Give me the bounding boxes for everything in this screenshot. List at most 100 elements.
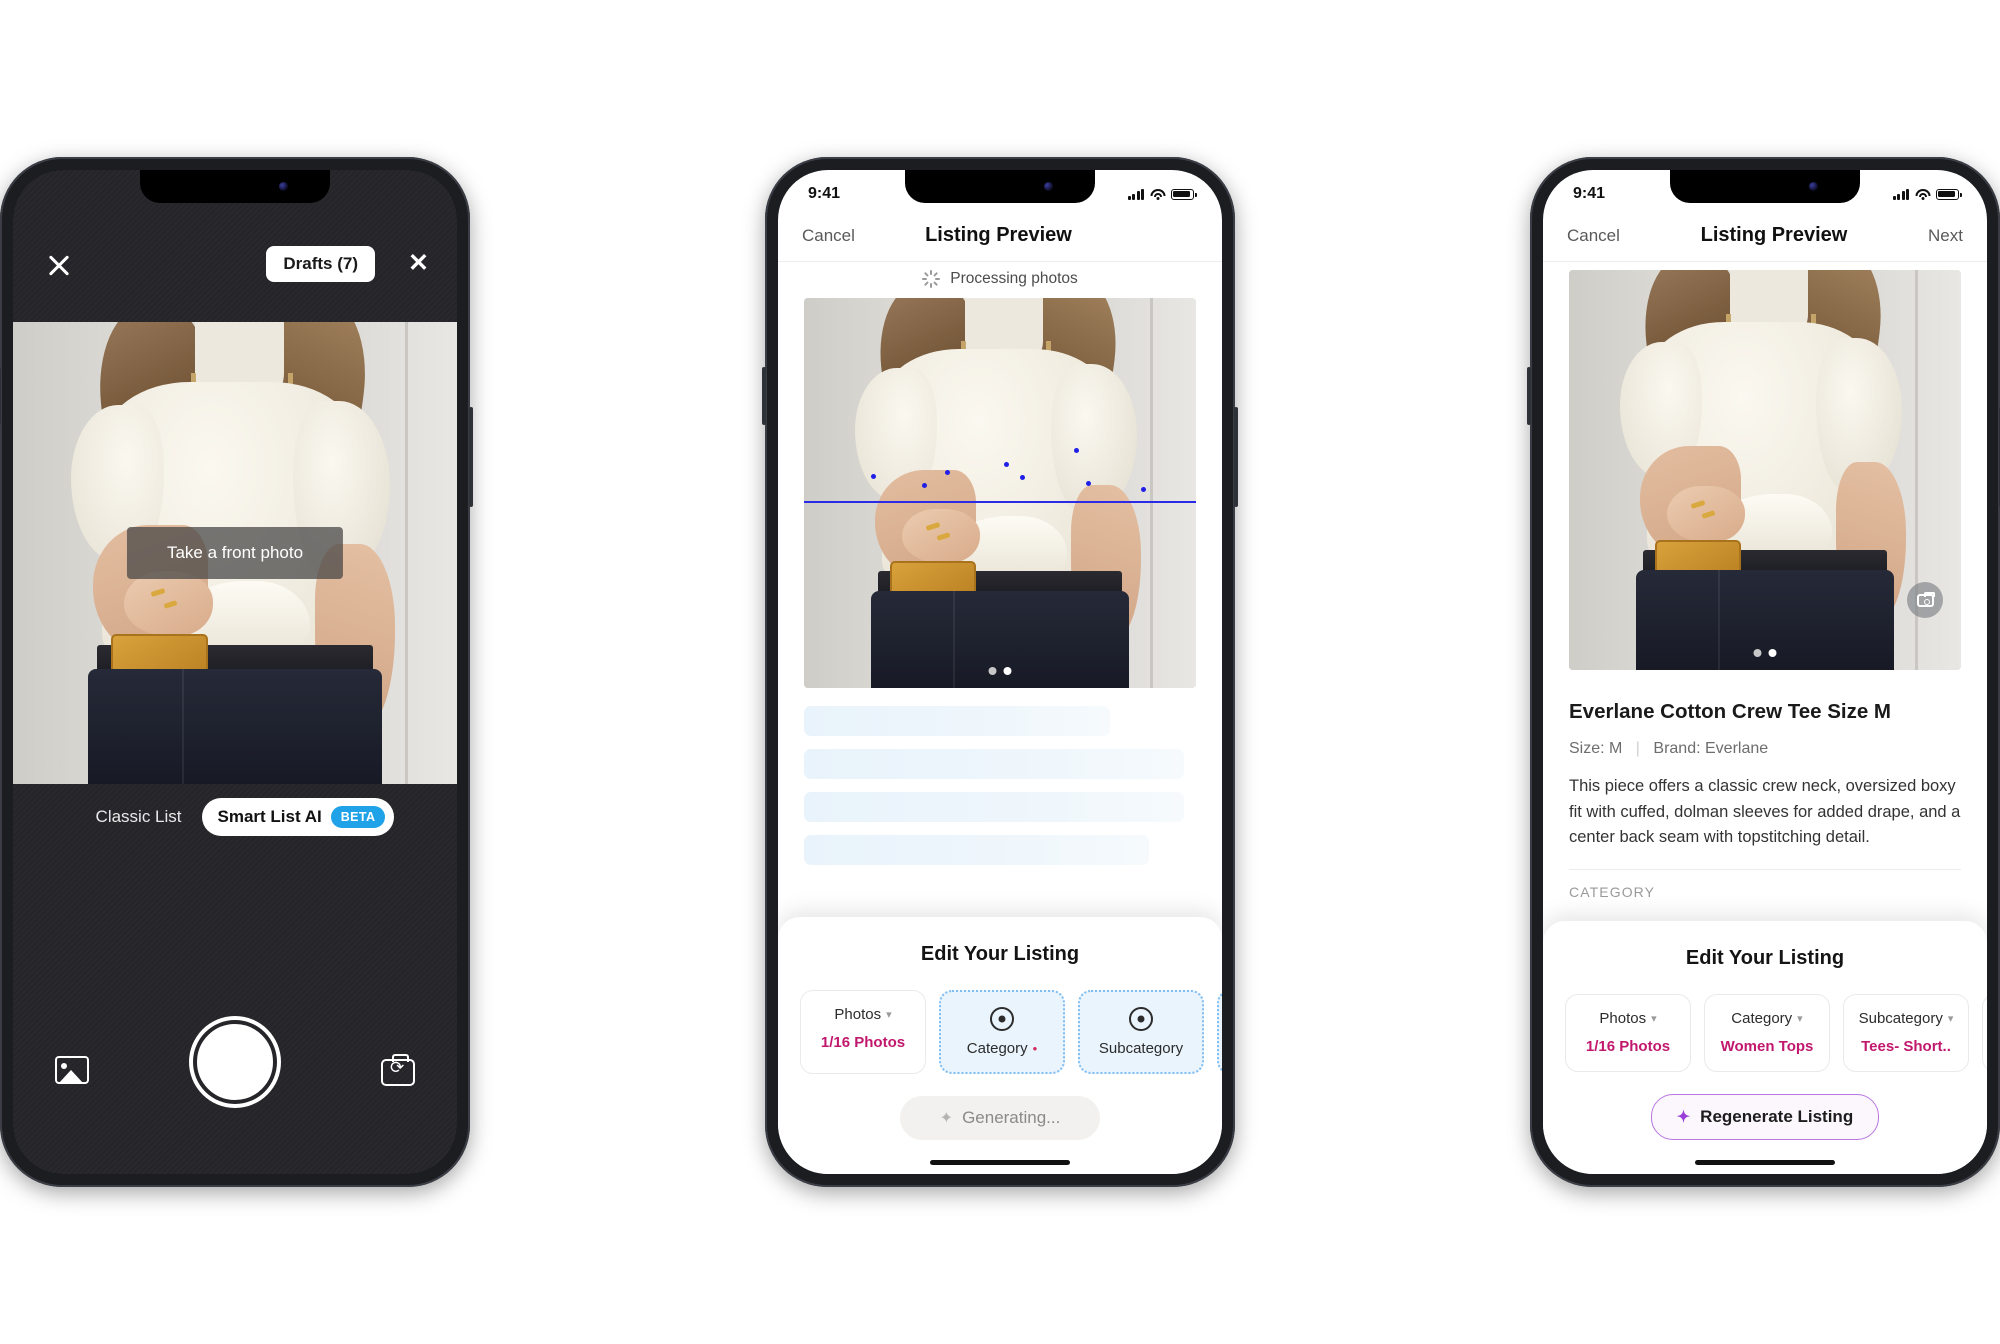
edit-listing-sheet: Edit Your Listing Photos ▾ 1/16 Photos C… <box>1543 920 1987 1174</box>
drafts-button[interactable]: Drafts (7) <box>266 246 375 282</box>
listing-photo-preview[interactable] <box>1569 270 1961 670</box>
beta-badge: BETA <box>330 806 386 828</box>
status-indicators <box>1127 188 1197 200</box>
attribute-chip-row[interactable]: Photos ▾ 1/16 Photos Category • Subcateg… <box>778 990 1222 1074</box>
chip-brand-partial[interactable]: B <box>1217 990 1222 1074</box>
chevron-down-icon: ▾ <box>886 1009 892 1021</box>
camera-icon[interactable] <box>1907 582 1943 618</box>
notch <box>1670 170 1860 203</box>
status-time: 9:41 <box>808 185 841 202</box>
chip-photos[interactable]: Photos ▾ 1/16 Photos <box>800 990 926 1074</box>
mode-classic-list[interactable]: Classic List <box>76 798 202 836</box>
target-icon <box>1129 1007 1153 1031</box>
panel-divider-1 <box>616 0 619 1344</box>
regenerate-listing-button[interactable]: ✦ Regenerate Listing <box>1651 1094 1879 1140</box>
gallery-icon[interactable] <box>55 1056 89 1084</box>
chip-subcategory-label: Subcategory <box>1098 1040 1184 1057</box>
generating-button: ✦ Generating... <box>900 1096 1100 1140</box>
camera-controls-bar <box>13 924 457 1174</box>
category-section-label: CATEGORY <box>1569 883 1656 900</box>
home-indicator <box>930 1160 1070 1165</box>
nav-bar: Cancel Listing Preview Next <box>1543 210 1987 262</box>
close-icon[interactable] <box>44 250 74 280</box>
page-dot[interactable] <box>1753 649 1762 657</box>
mode-smart-label: Smart List AI <box>217 807 322 826</box>
battery-icon <box>1171 188 1197 200</box>
page-dot-active[interactable] <box>1003 667 1012 675</box>
shutter-button[interactable] <box>193 1020 277 1104</box>
cancel-button[interactable]: Cancel <box>1567 226 1620 246</box>
chip-photos[interactable]: Photos ▾ 1/16 Photos <box>1565 993 1691 1072</box>
home-indicator <box>165 1160 305 1165</box>
processing-label: Processing photos <box>950 270 1078 287</box>
chip-category-label: Category <box>966 1040 1028 1057</box>
loading-spinner-icon <box>922 270 941 288</box>
chip-photos-value: 1/16 Photos <box>820 1034 906 1051</box>
front-camera-icon <box>1809 182 1818 191</box>
chip-category-head: Category • <box>951 1040 1053 1057</box>
next-button[interactable]: Next <box>1928 226 1963 246</box>
target-icon <box>990 1007 1014 1031</box>
processing-status: Processing photos <box>778 270 1222 288</box>
loading-skeleton <box>804 706 1196 878</box>
three-phone-mockup: Drafts (7) ✕ Take a front photo Classic … <box>0 0 2000 1344</box>
page-dot-active[interactable] <box>1768 649 1777 657</box>
phone-1-screen: Drafts (7) ✕ Take a front photo Classic … <box>13 170 457 1174</box>
panel-divider-2 <box>1381 0 1384 1344</box>
chip-photos-head: Photos ▾ <box>811 1006 915 1023</box>
front-camera-icon <box>279 182 288 191</box>
listing-preview-generated-screen: 9:41 Cancel Listing Preview Next Everlan… <box>1543 170 1987 1174</box>
notch <box>140 170 330 203</box>
sparkle-icon: ✦ <box>1676 1109 1691 1126</box>
capture-mode-switcher[interactable]: Classic List Smart List AI BETA <box>13 798 457 836</box>
camera-viewfinder-screen: Drafts (7) ✕ Take a front photo Classic … <box>13 170 457 1174</box>
flash-off-icon[interactable]: ✕ <box>399 248 429 278</box>
ai-measure-line <box>804 500 1196 504</box>
listing-size: Size: M <box>1569 740 1623 757</box>
chip-subcategory[interactable]: Subcategory ▾ Tees- Short.. <box>1843 993 1969 1072</box>
chip-photos-value: 1/16 Photos <box>1585 1037 1671 1055</box>
chip-subcategory-head: Subcategory <box>1090 1040 1192 1057</box>
notch <box>905 170 1095 203</box>
chevron-down-icon: ▾ <box>1651 1012 1657 1025</box>
chip-subcategory-label: Subcategory <box>1858 1009 1943 1027</box>
chip-photos-head: Photos ▾ <box>1576 1010 1680 1027</box>
phone-2-screen: 9:41 Cancel Listing Preview Processing p… <box>778 170 1222 1174</box>
bolt-glyph: ✕ <box>408 249 429 277</box>
phone-3-screen: 9:41 Cancel Listing Preview Next Everlan… <box>1543 170 1987 1174</box>
chip-category-head: Category ▾ <box>1715 1010 1819 1027</box>
battery-icon <box>1936 188 1962 200</box>
page-title: Listing Preview <box>925 224 1072 246</box>
attribute-chip-row[interactable]: Photos ▾ 1/16 Photos Category ▾ Women To… <box>1543 993 1987 1072</box>
chip-category-label: Category <box>1731 1009 1793 1027</box>
required-marker: • <box>1032 1041 1038 1056</box>
mode-smart-list-ai[interactable]: Smart List AI BETA <box>201 798 395 836</box>
chip-brand-partial[interactable]: Bra Eve <box>1982 993 1987 1072</box>
page-dot[interactable] <box>988 667 997 675</box>
listing-title: Everlane Cotton Crew Tee Size M <box>1569 700 1892 723</box>
nav-bar: Cancel Listing Preview <box>778 210 1222 262</box>
phone-1-camera: Drafts (7) ✕ Take a front photo Classic … <box>0 157 473 1187</box>
chip-subcategory[interactable]: Subcategory <box>1078 990 1204 1074</box>
listing-photo-preview[interactable] <box>804 298 1196 688</box>
photo-page-dots[interactable] <box>1753 649 1777 657</box>
section-divider <box>1569 868 1961 870</box>
camera-preview-photo: Take a front photo <box>13 322 457 784</box>
front-camera-icon <box>1044 182 1053 191</box>
cancel-button[interactable]: Cancel <box>802 226 855 246</box>
cellular-signal-icon <box>1892 188 1909 200</box>
home-indicator <box>1695 1160 1835 1165</box>
photo-page-dots[interactable] <box>988 667 1012 675</box>
listing-details: Everlane Cotton Crew Tee Size M Size: M … <box>1569 700 1961 900</box>
flip-camera-icon[interactable] <box>381 1054 415 1086</box>
wifi-icon <box>1915 188 1930 200</box>
chip-subcategory-value: Tees- Short.. <box>1861 1037 1951 1055</box>
chip-category[interactable]: Category • <box>939 990 1065 1074</box>
edit-listing-sheet: Edit Your Listing Photos ▾ 1/16 Photos C… <box>778 917 1222 1174</box>
chip-category[interactable]: Category ▾ Women Tops <box>1704 993 1830 1072</box>
chip-photos-label: Photos <box>1599 1009 1647 1027</box>
chip-photos-label: Photos <box>834 1006 882 1023</box>
status-time: 9:41 <box>1573 185 1606 202</box>
chip-subcategory-head: Subcategory ▾ <box>1854 1010 1958 1027</box>
sparkle-icon: ✦ <box>939 1110 954 1127</box>
